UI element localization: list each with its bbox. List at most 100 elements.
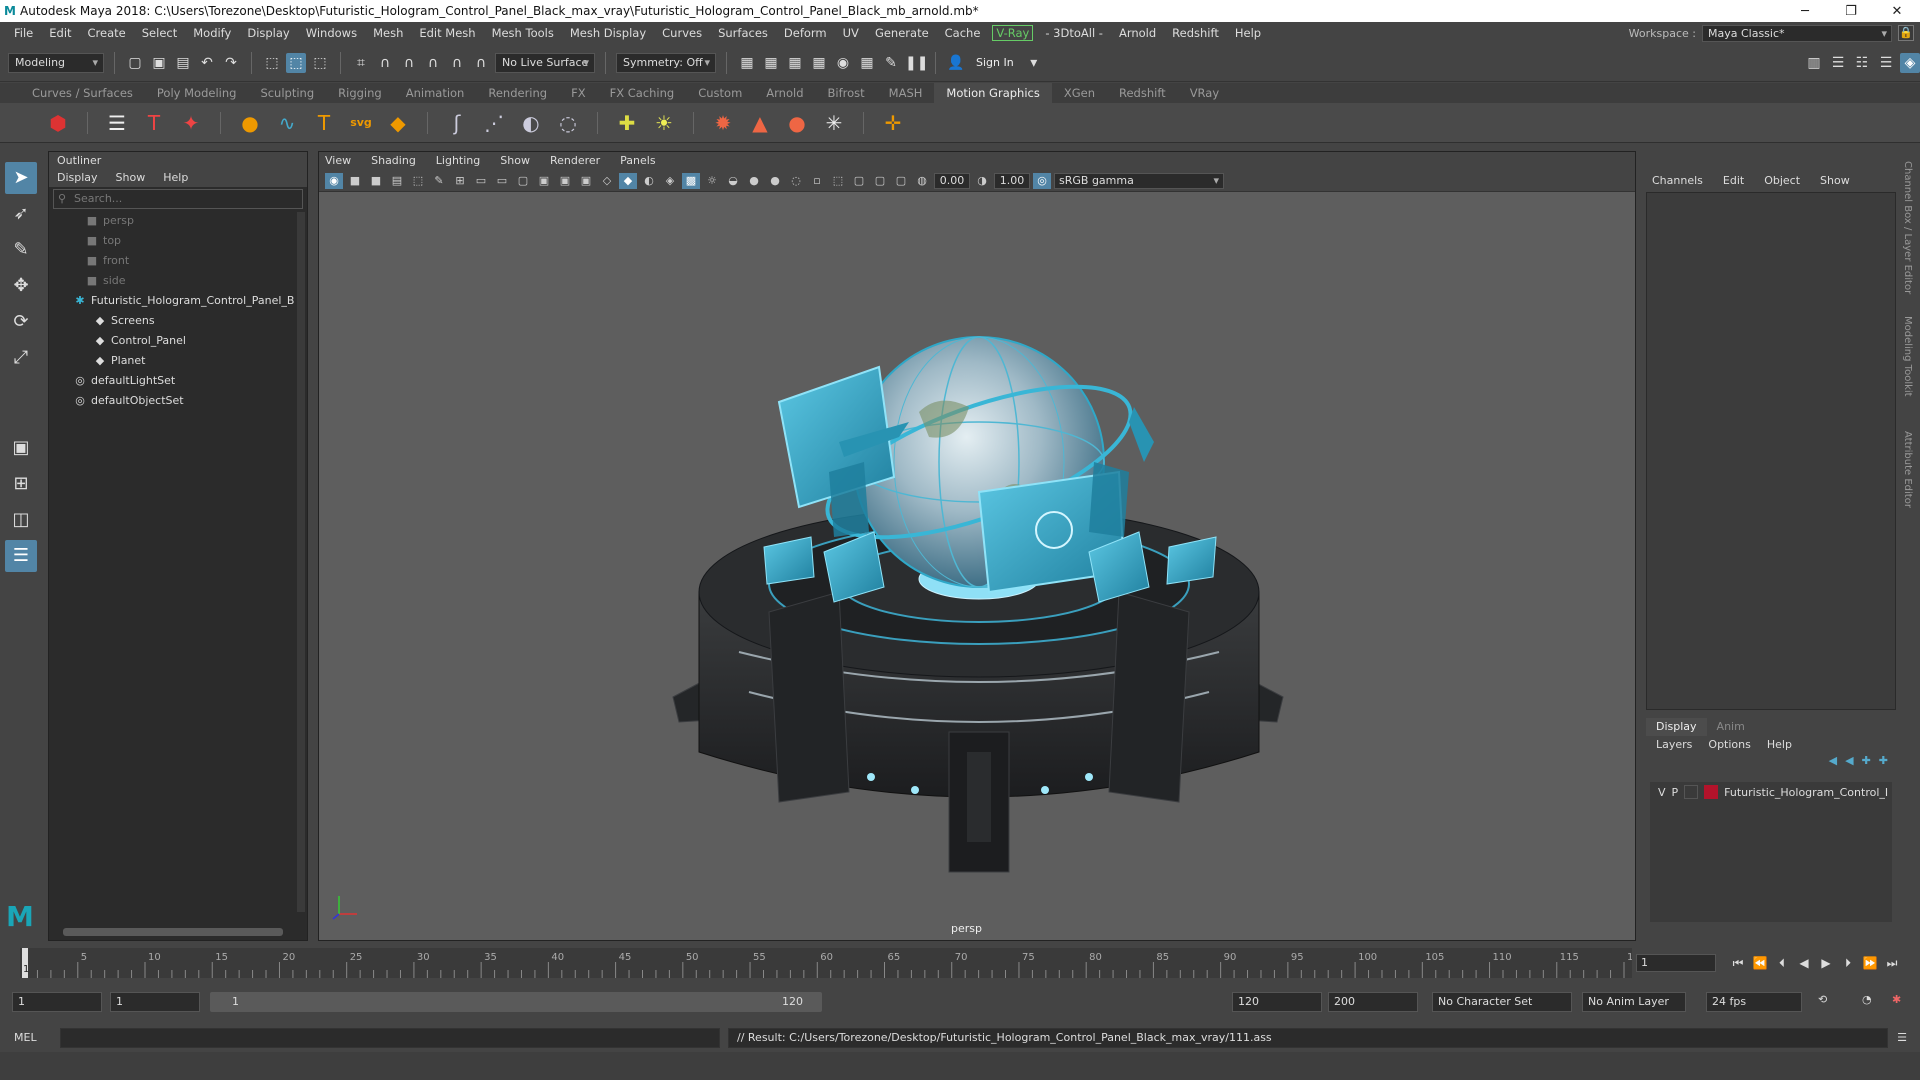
workspace-dropdown[interactable]: Maya Classic* bbox=[1702, 24, 1892, 42]
outliner-horizontal-scrollbar[interactable] bbox=[63, 928, 283, 936]
render-settings-icon[interactable]: ▦ bbox=[809, 53, 829, 73]
mel-label[interactable]: MEL bbox=[14, 1028, 37, 1048]
snap-view-icon[interactable]: ∩ bbox=[423, 53, 443, 73]
menu-arnold[interactable]: Arnold bbox=[1111, 26, 1164, 40]
svg-icon[interactable]: svg bbox=[347, 109, 375, 137]
wireframe-icon[interactable]: ◇ bbox=[598, 173, 616, 189]
viewport-menu-panels[interactable]: Panels bbox=[620, 152, 655, 170]
layer-playback-toggle[interactable]: P bbox=[1672, 786, 1679, 799]
gate-mask-icon[interactable]: ▢ bbox=[514, 173, 532, 189]
layer-menu-options[interactable]: Options bbox=[1708, 736, 1750, 754]
anim-prefs-icon[interactable]: ✱ bbox=[1892, 993, 1901, 1006]
hypershade-icon[interactable]: ◉ bbox=[833, 53, 853, 73]
lock-icon[interactable]: 🔒 bbox=[1898, 25, 1914, 41]
sweep-icon[interactable]: ✦ bbox=[177, 109, 205, 137]
snap-surface-icon[interactable]: ∩ bbox=[447, 53, 467, 73]
channel-box-menu-object[interactable]: Object bbox=[1764, 170, 1800, 192]
play-backward-icon[interactable]: ◀ bbox=[1794, 954, 1814, 972]
shelf-tab-bifrost[interactable]: Bifrost bbox=[816, 83, 877, 103]
menu-3dtoall[interactable]: - 3DtoAll - bbox=[1037, 26, 1111, 40]
menu-mesh[interactable]: Mesh bbox=[365, 26, 411, 40]
anti-aliasing-icon[interactable]: ◌ bbox=[787, 173, 805, 189]
save-scene-icon[interactable]: ▤ bbox=[173, 53, 193, 73]
outliner-item[interactable]: ■ front bbox=[49, 251, 307, 271]
shelf-tab-custom[interactable]: Custom bbox=[686, 83, 754, 103]
play-forward-icon[interactable]: ▶ bbox=[1816, 954, 1836, 972]
menu-file[interactable]: File bbox=[6, 26, 41, 40]
shelf-tab-mash[interactable]: MASH bbox=[877, 83, 935, 103]
viewport-menu-view[interactable]: View bbox=[325, 152, 351, 170]
plus-icon[interactable]: ✛ bbox=[879, 109, 907, 137]
step-forward-key-icon[interactable]: ⏩ bbox=[1860, 954, 1880, 972]
outliner-vertical-scrollbar[interactable] bbox=[297, 212, 305, 912]
hologram-control-panel-model[interactable] bbox=[319, 192, 1636, 932]
snap-grid-icon[interactable]: ⌗ bbox=[351, 53, 371, 73]
new-layer-selected-icon[interactable]: ✚ bbox=[1879, 754, 1888, 774]
loop-icon[interactable]: ⟲ bbox=[1818, 993, 1827, 1006]
paint-select-icon[interactable]: ✎ bbox=[5, 234, 37, 266]
shelf-tab-xgen[interactable]: XGen bbox=[1052, 83, 1107, 103]
outliner-item[interactable]: ◆ Planet bbox=[49, 351, 307, 371]
step-back-frame-icon[interactable]: ⏴ bbox=[1772, 954, 1792, 972]
type-tool-icon[interactable]: T bbox=[140, 109, 168, 137]
circle-array-icon[interactable]: ◌ bbox=[554, 109, 582, 137]
attribute-editor-icon[interactable]: ☰ bbox=[1828, 53, 1848, 73]
outliner-menu-show[interactable]: Show bbox=[116, 169, 146, 187]
tab-display[interactable]: Display bbox=[1646, 718, 1707, 736]
new-scene-icon[interactable]: ▢ bbox=[125, 53, 145, 73]
curve-icon[interactable]: ∿ bbox=[273, 109, 301, 137]
menu-edit[interactable]: Edit bbox=[41, 26, 79, 40]
wireframe-on-shaded-icon[interactable]: ◈ bbox=[661, 173, 679, 189]
shelf-tab-poly-modeling[interactable]: Poly Modeling bbox=[145, 83, 249, 103]
light-editor-icon[interactable]: ✎ bbox=[881, 53, 901, 73]
script-editor-icon[interactable]: ☰ bbox=[1894, 1030, 1910, 1046]
safe-action-icon[interactable]: ▣ bbox=[556, 173, 574, 189]
render-frame-icon[interactable]: ▦ bbox=[761, 53, 781, 73]
bookmark-icon[interactable]: ■ bbox=[367, 173, 385, 189]
tool-settings-icon[interactable]: ☷ bbox=[1852, 53, 1872, 73]
mash-network-icon[interactable]: ⬢ bbox=[44, 109, 72, 137]
layer-display-type[interactable] bbox=[1684, 785, 1699, 799]
viewport-menu-renderer[interactable]: Renderer bbox=[550, 152, 600, 170]
grid-icon[interactable]: ⊞ bbox=[451, 173, 469, 189]
cube-icon[interactable]: ◆ bbox=[384, 109, 412, 137]
new-layer-icon[interactable]: ✚ bbox=[1862, 754, 1871, 774]
select-tool-icon[interactable]: ➤ bbox=[5, 162, 37, 194]
scene-end-field[interactable]: 200 bbox=[1328, 992, 1418, 1012]
channel-box-icon[interactable]: ☰ bbox=[1876, 53, 1896, 73]
film-gate-icon[interactable]: ▭ bbox=[472, 173, 490, 189]
outliner-item[interactable]: ◆ Control_Panel bbox=[49, 331, 307, 351]
exposure-icon[interactable]: ◍ bbox=[913, 173, 931, 189]
shelf-tab-animation[interactable]: Animation bbox=[394, 83, 477, 103]
move-layer-up-icon[interactable]: ◀ bbox=[1829, 754, 1837, 774]
shelf-tab-redshift[interactable]: Redshift bbox=[1107, 83, 1178, 103]
viewport-menu-show[interactable]: Show bbox=[500, 152, 530, 170]
shelf-tab-curves-surfaces[interactable]: Curves / Surfaces bbox=[20, 83, 145, 103]
viewport-menu-lighting[interactable]: Lighting bbox=[436, 152, 480, 170]
fps-dropdown[interactable]: 24 fps bbox=[1706, 992, 1802, 1012]
menu-windows[interactable]: Windows bbox=[298, 26, 365, 40]
menu-modify[interactable]: Modify bbox=[185, 26, 239, 40]
outliner-menu-display[interactable]: Display bbox=[57, 169, 98, 187]
outliner-view-icon[interactable]: ☰ bbox=[5, 540, 37, 572]
viewport-panel[interactable]: View Shading Lighting Show Renderer Pane… bbox=[318, 151, 1636, 941]
resolution-gate-icon[interactable]: ▭ bbox=[493, 173, 511, 189]
screen-space-ao-icon[interactable]: ● bbox=[745, 173, 763, 189]
select-object-icon[interactable]: ⬚ bbox=[286, 52, 306, 73]
two-view-icon[interactable]: ◫ bbox=[5, 504, 37, 536]
menu-redshift[interactable]: Redshift bbox=[1164, 26, 1227, 40]
outliner-item[interactable]: ■ side bbox=[49, 271, 307, 291]
four-view-icon[interactable]: ⊞ bbox=[5, 468, 37, 500]
current-frame-field[interactable]: 1 bbox=[1636, 954, 1716, 972]
shelf-tab-arnold[interactable]: Arnold bbox=[754, 83, 815, 103]
redo-icon[interactable]: ↷ bbox=[221, 53, 241, 73]
safe-title-icon[interactable]: ▣ bbox=[577, 173, 595, 189]
layer-visibility-toggle[interactable]: V bbox=[1658, 786, 1666, 799]
menu-curves[interactable]: Curves bbox=[654, 26, 710, 40]
text-icon[interactable]: T bbox=[310, 109, 338, 137]
outliner-item[interactable]: ■ persp bbox=[49, 211, 307, 231]
shelf-tab-rigging[interactable]: Rigging bbox=[326, 83, 394, 103]
shelf-tab-rendering[interactable]: Rendering bbox=[476, 83, 559, 103]
wave-icon[interactable]: ʃ bbox=[443, 109, 471, 137]
auto-key-icon[interactable]: ◔ bbox=[1862, 993, 1872, 1006]
